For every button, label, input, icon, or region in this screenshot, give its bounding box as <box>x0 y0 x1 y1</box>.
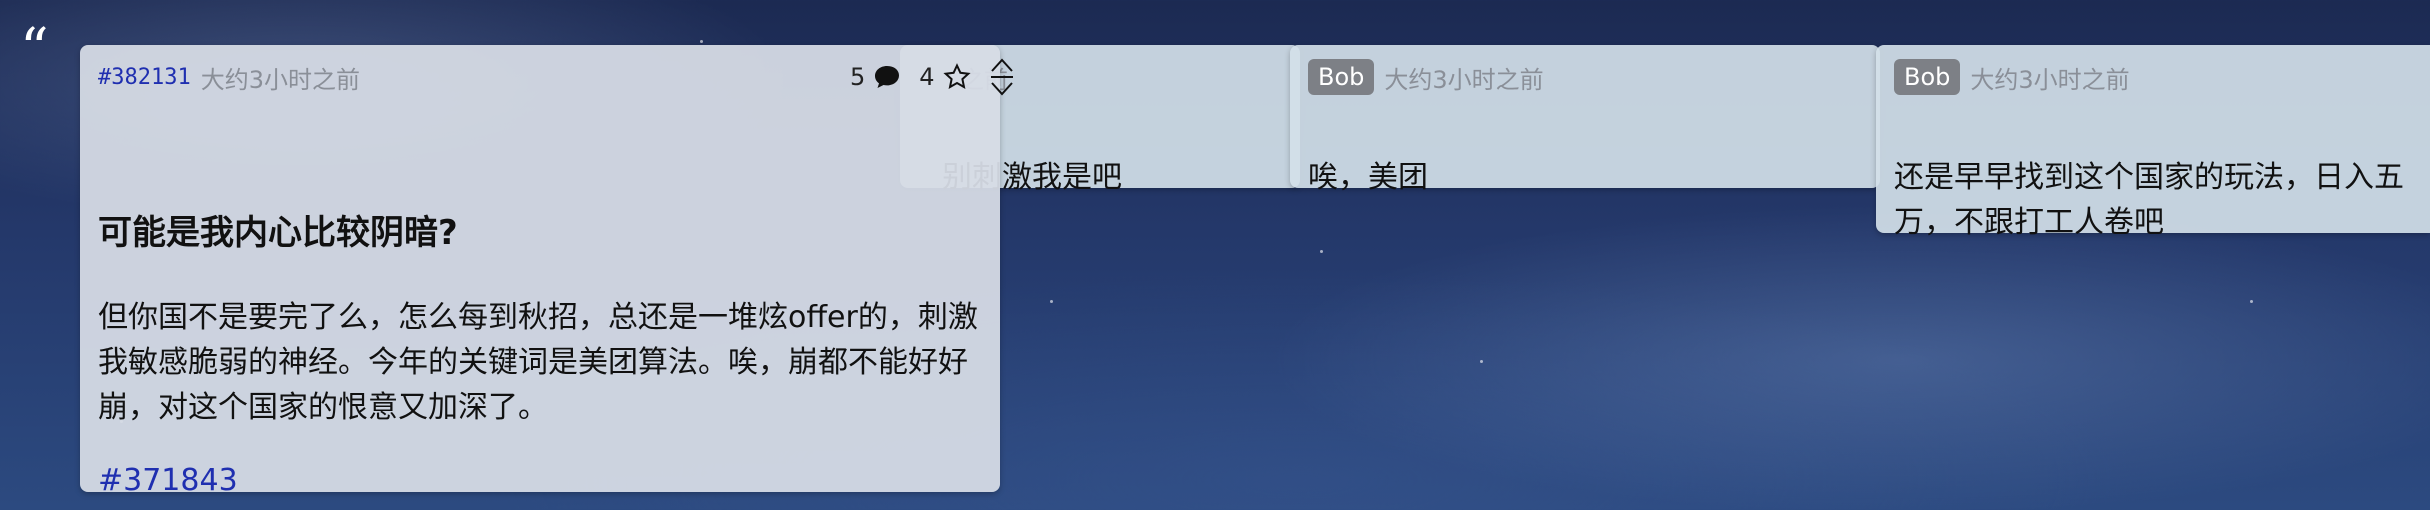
reply-time: 大约3小时之前 <box>1970 65 2130 94</box>
post-id[interactable]: #382131 <box>98 65 191 90</box>
author-badge: Bob <box>1894 59 1961 95</box>
star-decoration <box>1050 300 1053 303</box>
post-time: 大约3小时之前 <box>200 65 360 94</box>
star-decoration <box>700 40 703 43</box>
post-reference-link[interactable]: #371843 <box>98 463 238 498</box>
reply-count[interactable]: 5 <box>850 63 901 91</box>
like-count-value: 4 <box>919 63 935 91</box>
post-body: 但你国不是要完了么，怎么每到秋招，总还是一堆炫offer的，刺激我敏感脆弱的神经… <box>98 300 978 425</box>
reply-text: 唉，美团 <box>1308 160 1428 195</box>
star-icon <box>942 63 971 91</box>
quote-icon: “ <box>20 17 49 82</box>
reply-count-value: 5 <box>850 63 866 91</box>
reply-text: 还是早早找到这个国家的玩法，日入五万，不跟打工人卷吧 <box>1894 160 2404 240</box>
main-post-card[interactable]: #382131 大约3小时之前 5 4 可能是我内心比较阴暗? 但你国不是要完了… <box>80 45 1013 498</box>
author-badge: Bob <box>1308 59 1375 95</box>
post-stats: 5 4 <box>850 57 1015 97</box>
comment-icon <box>873 64 901 90</box>
star-decoration <box>2250 300 2253 303</box>
post-title: 可能是我内心比较阴暗? <box>98 213 458 253</box>
fold-button[interactable] <box>989 57 1015 97</box>
star-decoration <box>1320 250 1323 253</box>
like-count[interactable]: 4 <box>919 63 971 91</box>
reply-card[interactable]: Bob 大约3小时之前 还是早早找到这个国家的玩法，日入五万，不跟打工人卷吧 <box>1876 45 2430 240</box>
reply-time: 大约3小时之前 <box>1384 65 1544 94</box>
reply-card[interactable]: Bob 大约3小时之前 唉，美团 <box>1290 45 1880 195</box>
star-decoration <box>1480 360 1483 363</box>
fold-icon <box>989 57 1015 97</box>
